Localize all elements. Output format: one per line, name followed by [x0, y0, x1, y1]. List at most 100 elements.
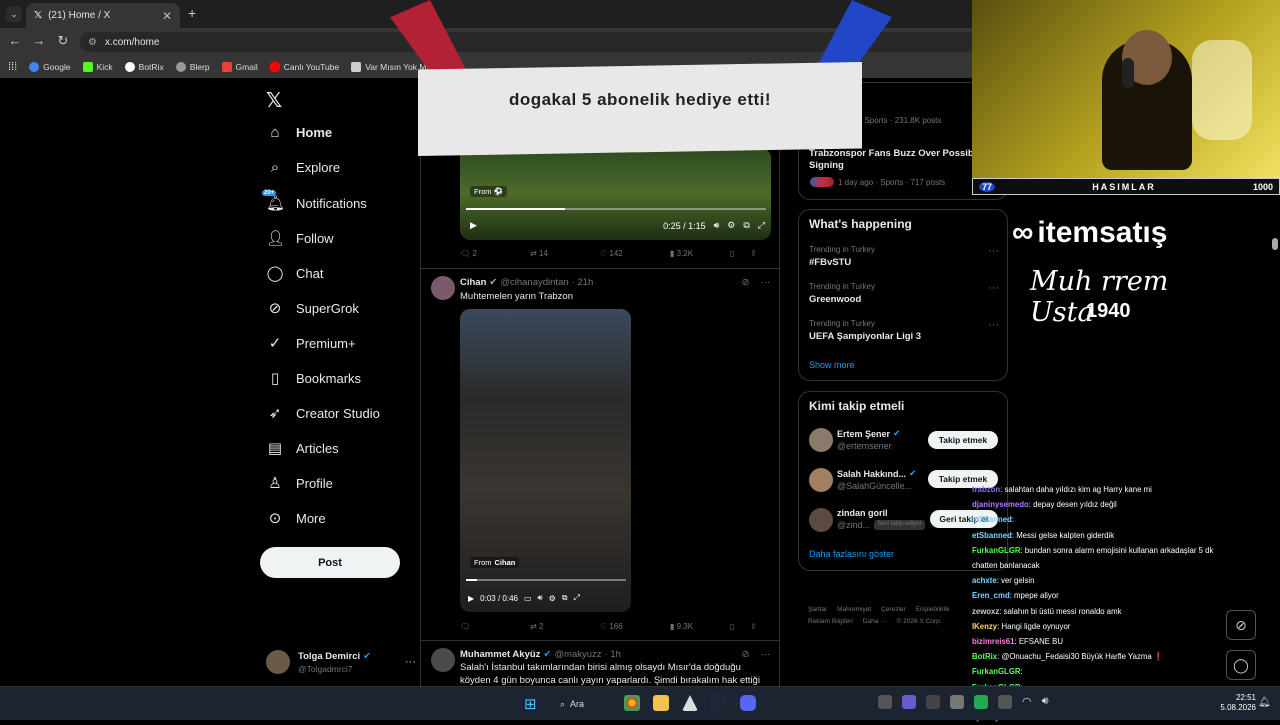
avatar[interactable] — [809, 428, 833, 452]
nav-bookmarks[interactable]: ▯ Bookmarks — [266, 369, 361, 387]
nav-profile[interactable]: ♙ Profile — [266, 474, 333, 492]
views-icon[interactable]: ▮ 3.2K — [670, 249, 730, 258]
chat-username[interactable]: bizimreis61 — [972, 637, 1014, 646]
wifi-icon[interactable]: ◠ — [1022, 695, 1032, 711]
back-button[interactable]: ← — [6, 33, 24, 48]
trend-item[interactable]: Trending in Turkey UEFA Şampiyonlar Ligi … — [809, 319, 999, 342]
trend-item[interactable]: Trending in Turkey Greenwood ··· — [809, 282, 999, 305]
volume-icon[interactable]: 🔊︎ — [1042, 695, 1049, 711]
repost-icon[interactable]: ⇄ 2 — [530, 622, 600, 631]
grok-icon[interactable]: ⊘ — [742, 277, 750, 288]
share-icon[interactable]: ⇪ — [750, 249, 757, 258]
show-more-link[interactable]: Show more — [809, 360, 855, 370]
chat-username[interactable]: achxte — [972, 576, 997, 585]
pip-icon[interactable]: ⧉ — [562, 593, 568, 603]
browser-tab[interactable]: 𝕏 (21) Home / X ✕ — [26, 3, 180, 28]
steam-icon[interactable] — [711, 695, 727, 711]
bookmark-botrix[interactable]: BotRix — [124, 62, 164, 72]
account-switcher[interactable]: Tolga Demirci ✔ @Tolgadmrci7 ··· — [266, 647, 416, 677]
tray-icon[interactable] — [974, 695, 988, 709]
more-dots-icon[interactable]: ··· — [988, 319, 999, 331]
bookmark-google[interactable]: Google — [29, 62, 71, 72]
close-tab-icon[interactable]: ✕ — [162, 9, 172, 23]
fullscreen-icon[interactable]: ⤢ — [573, 593, 579, 603]
share-icon[interactable]: ⇪ — [750, 622, 757, 631]
video-progress-track[interactable] — [466, 208, 766, 210]
nav-more[interactable]: ⊙ More — [266, 509, 326, 527]
post-button[interactable]: Post — [260, 547, 400, 578]
more-dots-icon[interactable]: ··· — [761, 277, 771, 288]
volume-icon[interactable]: 🔊︎ — [538, 593, 543, 603]
chat-username[interactable]: FurkanGLGR — [972, 546, 1021, 555]
chat-toggle-button[interactable]: ⊘ — [1226, 610, 1256, 640]
tray-icon[interactable] — [998, 695, 1012, 709]
more-dots-icon[interactable]: ··· — [988, 282, 999, 294]
avatar[interactable] — [431, 276, 455, 300]
captions-icon[interactable]: ▭ — [524, 594, 532, 603]
clock[interactable]: 22:51 5.08.2026 — [1216, 693, 1256, 713]
video-progress-track[interactable] — [466, 579, 626, 581]
chrome-icon[interactable] — [624, 695, 640, 711]
avatar[interactable] — [431, 648, 455, 672]
bookmark-gmail[interactable]: Gmail — [221, 62, 258, 72]
like-icon[interactable]: ♡ 166 — [600, 622, 670, 631]
chat-username[interactable]: trabzon — [972, 485, 1000, 494]
nav-creator-studio[interactable]: ➶ Creator Studio — [266, 404, 380, 422]
follow-suggestion[interactable]: zindan goril @zind... Seni takip ediyor — [837, 508, 925, 530]
bookmark-post-icon[interactable]: ▯ — [730, 622, 750, 631]
chat-username[interactable]: etSbanned — [972, 531, 1012, 540]
chat-username[interactable]: djaninysemedo — [972, 500, 1029, 509]
repost-icon[interactable]: ⇄ 14 — [530, 249, 600, 258]
footer-link[interactable]: Reklam Bilgileri — [808, 618, 853, 625]
tray-icon[interactable] — [878, 695, 892, 709]
chat-username[interactable]: FurkanGLGR — [972, 667, 1021, 676]
tab-search-icon[interactable]: ⌄ — [6, 6, 22, 22]
footer-link[interactable]: Erişilebilirlik — [916, 606, 950, 613]
reply-icon[interactable]: 🗨︎ 2 — [460, 249, 530, 258]
follow-suggestion[interactable]: Salah Hakkınd... ✔ @SalahGüncelle... — [837, 468, 917, 491]
footer-link[interactable]: Daha ··· — [863, 618, 887, 625]
pip-icon[interactable]: ⧉ — [743, 220, 749, 231]
tray-icon[interactable] — [926, 695, 940, 709]
reload-button[interactable]: ↻ — [54, 33, 72, 49]
x-logo-icon[interactable]: 𝕏 — [266, 88, 282, 113]
more-dots-icon[interactable]: ··· — [405, 656, 416, 668]
footer-link[interactable]: Çerezler — [881, 606, 906, 613]
settings-icon[interactable]: ⚙ — [727, 220, 735, 231]
bookmark-blerp[interactable]: Blerp — [175, 62, 210, 72]
author-name[interactable]: Cihan — [460, 277, 486, 288]
nav-supergrok[interactable]: ⊘ SuperGrok — [266, 299, 359, 317]
chat-username[interactable]: etSbanned — [972, 515, 1012, 524]
nav-explore[interactable]: ⌕ Explore — [266, 159, 340, 176]
nav-follow[interactable]: 👤︎ Follow — [266, 229, 334, 247]
nav-notifications[interactable]: 🔔︎ 20+ Notifications — [262, 190, 367, 212]
settings-icon[interactable]: ⚙ — [549, 594, 556, 603]
chat-username[interactable]: Eren_cmd — [972, 591, 1010, 600]
nav-chat[interactable]: ◯ Chat — [266, 264, 324, 282]
nav-home[interactable]: ⌂ Home — [266, 124, 332, 141]
avatar[interactable] — [809, 468, 833, 492]
notification-bell-icon[interactable]: 🔔︎ — [1258, 697, 1271, 708]
video-player-1[interactable]: From ⚽ ▶ 0:25 / 1:15 🔊︎ ⚙ ⧉ ⤢ — [460, 148, 771, 240]
bookmark-post-icon[interactable]: ▯ — [730, 249, 750, 258]
play-icon[interactable]: ▶ — [468, 594, 474, 603]
follow-suggestion[interactable]: Ertem Şener ✔ @ertemsener — [837, 428, 901, 451]
forward-button[interactable]: → — [30, 33, 48, 48]
volume-icon[interactable]: 🔊︎ — [714, 220, 720, 231]
play-icon[interactable]: ▶ — [470, 220, 477, 231]
folder-icon[interactable] — [653, 695, 669, 711]
chat-username[interactable]: IKenzy — [972, 622, 997, 631]
tray-icon[interactable] — [902, 695, 916, 709]
windows-start-icon[interactable]: ⊞ — [524, 695, 537, 713]
scrollbar-thumb[interactable] — [1272, 238, 1278, 250]
like-icon[interactable]: ♡ 142 — [600, 249, 670, 258]
trend-item[interactable]: Trending in Turkey #FBvSTU ··· — [809, 245, 999, 268]
grok-icon[interactable]: ⊘ — [742, 649, 750, 660]
fullscreen-icon[interactable]: ⤢ — [758, 220, 765, 231]
taskbar-search[interactable]: ⌕ Ara — [560, 693, 620, 715]
bookmark-kick[interactable]: Kick — [82, 62, 113, 72]
chat-username[interactable]: BotRix — [972, 652, 997, 661]
bookmark-youtube[interactable]: Canlı YouTube — [269, 62, 339, 72]
apps-icon[interactable]: ⁞⁞⁞ — [8, 61, 17, 73]
site-info-icon[interactable]: ⚙ — [88, 37, 97, 48]
